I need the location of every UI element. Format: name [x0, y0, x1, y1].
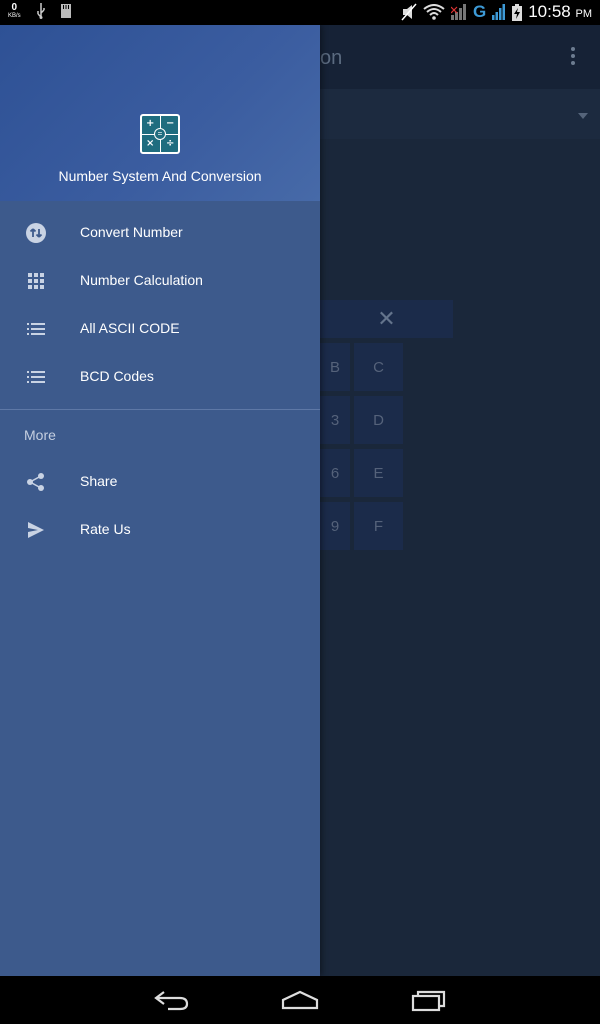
- navigation-drawer: + − × ÷ = Number System And Conversion C…: [0, 25, 320, 976]
- clear-key[interactable]: ✕: [320, 300, 453, 338]
- keypad-key[interactable]: C: [354, 343, 403, 391]
- network-type: G: [472, 2, 487, 21]
- recent-apps-icon[interactable]: [410, 988, 450, 1012]
- drawer-item-label: Number Calculation: [80, 272, 203, 288]
- home-icon[interactable]: [280, 988, 320, 1012]
- mute-icon: [401, 3, 417, 21]
- status-right: G 10:58 PM: [401, 2, 592, 22]
- keypad-key[interactable]: F: [354, 502, 403, 550]
- keypad-key[interactable]: B: [320, 343, 350, 391]
- grid-icon: [24, 269, 48, 293]
- signal-icon: [450, 4, 466, 20]
- share-icon: [24, 470, 48, 494]
- keypad-key[interactable]: E: [354, 449, 403, 497]
- drawer-item-label: Rate Us: [80, 521, 131, 537]
- net-speed: 0 KB/s: [8, 2, 21, 20]
- keypad-key[interactable]: 6: [320, 449, 350, 497]
- list-icon: [24, 365, 48, 389]
- clock: 10:58 PM: [528, 2, 592, 22]
- keypad-key[interactable]: D: [354, 396, 403, 444]
- swap-vert-icon: [24, 221, 48, 245]
- keypad-key[interactable]: 3: [320, 396, 350, 444]
- drawer-divider: [0, 409, 320, 410]
- keypad-key[interactable]: 9: [320, 502, 350, 550]
- signal-icon: [492, 4, 506, 20]
- clock-time: 10:58: [528, 2, 571, 21]
- drawer-item-label: Share: [80, 473, 118, 489]
- section-label-more: More: [24, 427, 56, 443]
- overflow-menu-icon[interactable]: [570, 47, 576, 67]
- net-speed-value: 0: [11, 2, 18, 13]
- list-icon: [24, 317, 48, 341]
- status-bar: 0 KB/s G 10:58 PM: [0, 0, 600, 25]
- send-icon: [24, 518, 48, 542]
- drawer-item-bcd-codes[interactable]: BCD Codes: [0, 353, 320, 401]
- back-icon[interactable]: [152, 988, 192, 1012]
- drawer-item-share[interactable]: Share: [0, 458, 320, 506]
- drawer-item-label: Convert Number: [80, 224, 183, 240]
- drawer-item-label: All ASCII CODE: [80, 320, 180, 336]
- calculator-icon: + − × ÷ =: [140, 114, 180, 154]
- usb-icon: [36, 3, 45, 19]
- clock-ampm: PM: [575, 8, 593, 20]
- system-nav-bar: [0, 976, 600, 1024]
- app-title-fragment: on: [320, 47, 343, 69]
- sd-card-icon: [60, 4, 71, 18]
- drawer-item-all-ascii-code[interactable]: All ASCII CODE: [0, 305, 320, 353]
- drawer-header: + − × ÷ = Number System And Conversion: [0, 25, 320, 201]
- net-speed-unit: KB/s: [8, 13, 21, 19]
- dropdown-arrow-icon: [578, 113, 588, 119]
- status-left: 0 KB/s: [8, 3, 71, 19]
- wifi-icon: [423, 4, 445, 20]
- drawer-item-rate-us[interactable]: Rate Us: [0, 506, 320, 554]
- drawer-item-label: BCD Codes: [80, 368, 154, 384]
- drawer-item-convert-number[interactable]: Convert Number: [0, 209, 320, 257]
- drawer-item-number-calculation[interactable]: Number Calculation: [0, 257, 320, 305]
- battery-charging-icon: [512, 3, 523, 21]
- drawer-header-title: Number System And Conversion: [58, 168, 262, 184]
